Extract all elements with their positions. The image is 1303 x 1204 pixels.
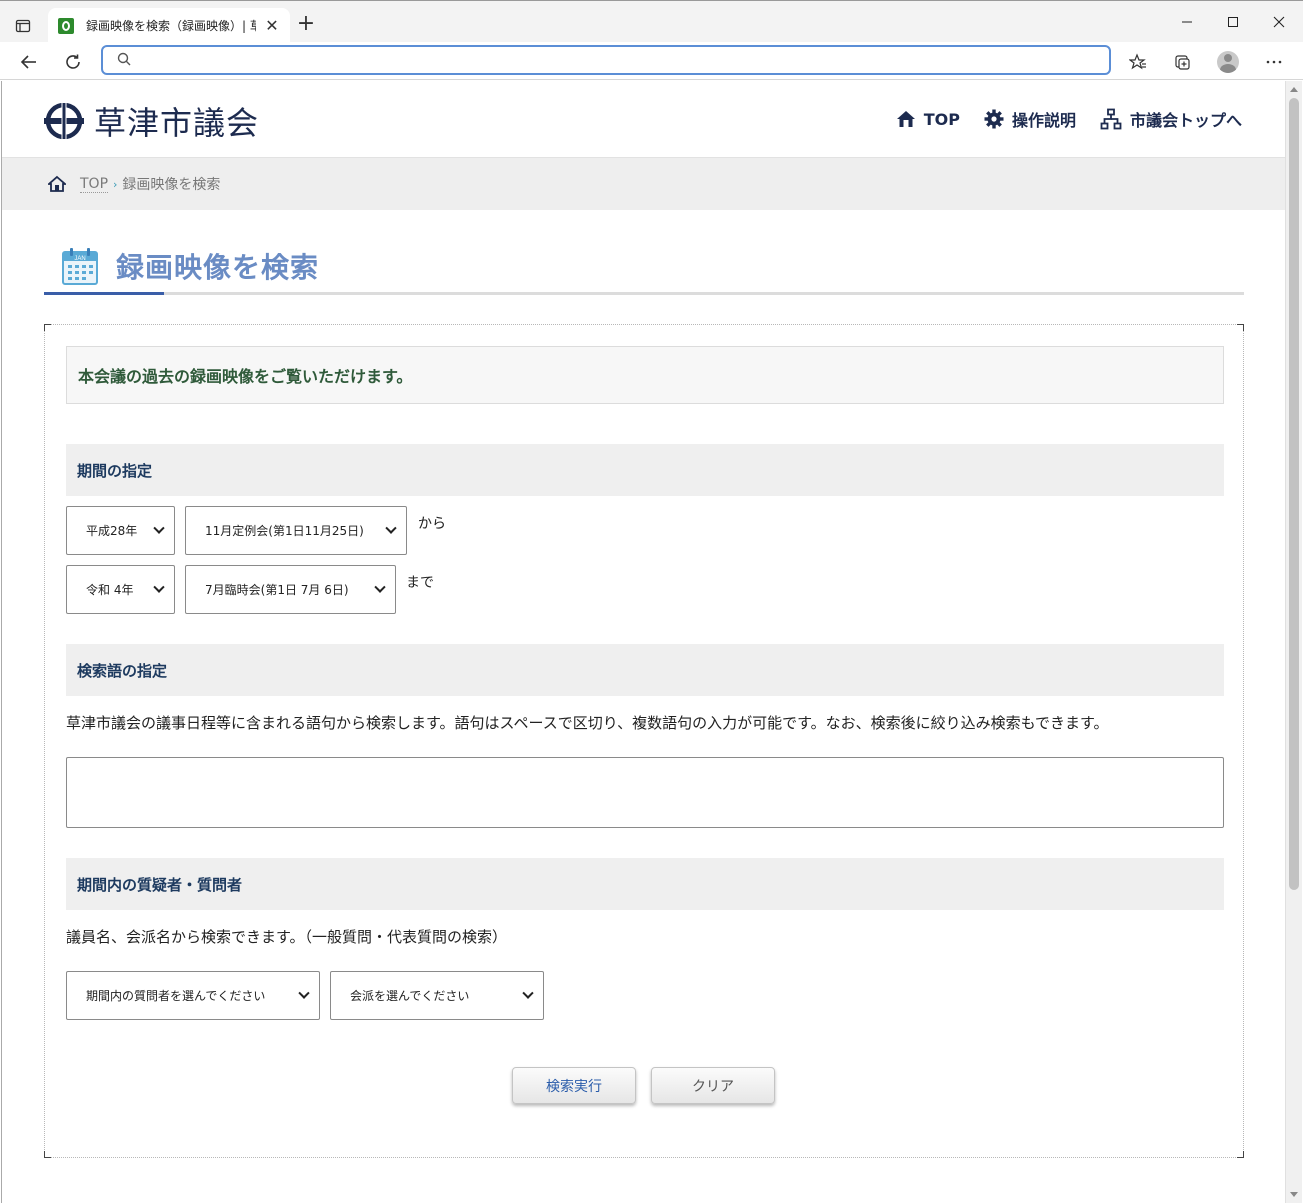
to-session-select[interactable]: 7月臨時会(第1日 7月 6日) <box>185 565 396 614</box>
browser-tab-bar: 録画映像を検索（録画映像）| 草 ✕ + <box>0 0 1303 43</box>
from-suffix: から <box>418 516 446 532</box>
search-form: 本会議の過去の録画映像をご覧いただけます。 期間の指定 平成28年 11月定例会… <box>44 324 1244 1158</box>
scroll-down-icon[interactable] <box>1290 1192 1298 1197</box>
profile-avatar-icon[interactable] <box>1214 48 1242 76</box>
keyword-description: 草津市議会の議事日程等に含まれる語句から検索します。語句はスペースで区切り、複数… <box>66 714 1109 732</box>
keyword-textarea[interactable] <box>66 757 1224 828</box>
to-suffix: まで <box>406 575 434 591</box>
sitemap-icon <box>1100 108 1122 130</box>
intro-message: 本会議の過去の録画映像をご覧いただけます。 <box>66 346 1224 404</box>
to-session-value: 7月臨時会(第1日 7月 6日) <box>205 583 349 597</box>
clear-button[interactable]: クリア <box>651 1067 775 1104</box>
breadcrumb-home-icon[interactable] <box>48 175 66 193</box>
window-close-icon[interactable] <box>1256 9 1302 35</box>
calendar-icon: JAN <box>62 247 98 285</box>
nav-council-top-label: 市議会トップへ <box>1129 111 1242 130</box>
address-bar[interactable] <box>101 45 1111 75</box>
collections-icon[interactable] <box>1168 48 1196 76</box>
questioner-heading: 期間内の質疑者・質問者 <box>66 858 1224 910</box>
nav-help-link[interactable]: 操作説明 <box>984 107 1076 131</box>
page-viewport: 草津市議会 TOP 操作説明 市議会トップへ TOP › 録画映像を検索 JAN… <box>1 81 1285 1203</box>
period-heading: 期間の指定 <box>66 444 1224 496</box>
address-input[interactable] <box>139 48 1109 72</box>
page-scrollbar[interactable] <box>1285 81 1302 1203</box>
reload-icon[interactable] <box>59 48 87 76</box>
chevron-down-icon <box>375 585 385 595</box>
nav-top-label: TOP <box>923 109 960 129</box>
member-select-value: 期間内の質問者を選んでください <box>86 989 266 1003</box>
tab-title: 録画映像を検索（録画映像）| 草 <box>86 19 256 33</box>
nav-help-label: 操作説明 <box>1011 111 1076 130</box>
site-logo-text: 草津市議会 <box>94 104 260 142</box>
home-icon <box>896 111 915 127</box>
svg-text:JAN: JAN <box>74 256 85 262</box>
faction-select-value: 会派を選んでください <box>350 989 470 1003</box>
breadcrumb: TOP › 録画映像を検索 <box>2 158 1285 210</box>
search-button[interactable]: 検索実行 <box>512 1067 636 1104</box>
tab-actions-icon[interactable] <box>10 13 36 39</box>
nav-council-top-link[interactable]: 市議会トップへ <box>1100 107 1242 131</box>
from-session-value: 11月定例会(第1日11月25日) <box>205 524 364 538</box>
gear-icon <box>984 109 1004 129</box>
from-year-select[interactable]: 平成28年 <box>66 506 175 555</box>
breadcrumb-current: 録画映像を検索 <box>122 177 221 193</box>
header-nav: TOP 操作説明 市議会トップへ <box>896 107 1242 131</box>
chevron-down-icon <box>154 585 164 595</box>
tab-close-icon[interactable]: ✕ <box>264 16 280 35</box>
page-title-bar: JAN 録画映像を検索 <box>44 240 1244 295</box>
nav-top-link[interactable]: TOP <box>896 109 960 129</box>
chevron-down-icon <box>523 991 533 1001</box>
more-options-icon[interactable] <box>1260 48 1288 76</box>
keyword-heading: 検索語の指定 <box>66 644 1224 696</box>
back-arrow-icon[interactable] <box>15 48 43 76</box>
to-year-select[interactable]: 令和 4年 <box>66 565 175 614</box>
browser-toolbar <box>0 42 1303 80</box>
to-year-value: 令和 4年 <box>86 583 134 597</box>
breadcrumb-separator: › <box>113 177 118 191</box>
favorites-star-icon[interactable] <box>1124 48 1152 76</box>
city-emblem-icon <box>44 101 84 141</box>
breadcrumb-top-link[interactable]: TOP <box>80 176 109 193</box>
scroll-thumb[interactable] <box>1289 98 1299 890</box>
chevron-down-icon <box>386 526 396 536</box>
site-favicon-icon <box>58 17 74 34</box>
site-logo[interactable]: 草津市議会 <box>44 98 259 144</box>
questioner-description: 議員名、会派名から検索できます。（一般質問・代表質問の検索） <box>66 928 508 946</box>
from-session-select[interactable]: 11月定例会(第1日11月25日) <box>185 506 407 555</box>
search-icon <box>117 51 131 70</box>
chevron-down-icon <box>299 991 309 1001</box>
chevron-down-icon <box>154 526 164 536</box>
site-header: 草津市議会 TOP 操作説明 市議会トップへ <box>2 81 1285 158</box>
member-select[interactable]: 期間内の質問者を選んでください <box>66 971 320 1020</box>
scroll-up-icon[interactable] <box>1290 87 1298 92</box>
new-tab-icon[interactable]: + <box>296 13 316 35</box>
from-year-value: 平成28年 <box>86 524 138 538</box>
minimize-icon[interactable] <box>1164 9 1210 35</box>
faction-select[interactable]: 会派を選んでください <box>330 971 544 1020</box>
page-title: 録画映像を検索 <box>116 251 320 284</box>
maximize-icon[interactable] <box>1210 9 1256 35</box>
browser-tab-active[interactable]: 録画映像を検索（録画映像）| 草 ✕ <box>48 8 290 43</box>
